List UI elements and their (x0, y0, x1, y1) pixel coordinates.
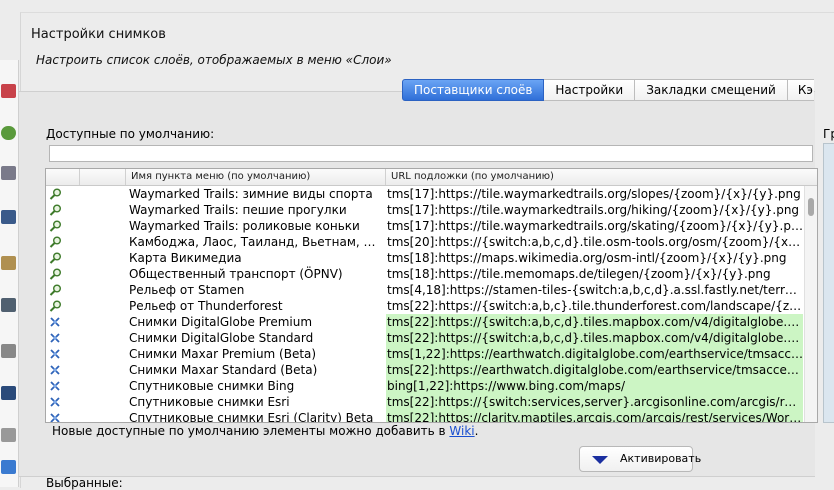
tab-cache[interactable]: Кэ (787, 79, 814, 101)
layer-name-cell: Спутниковые снимки Esri (129, 395, 290, 409)
toolbar-tool-icon[interactable] (1, 84, 16, 98)
layer-name-cell: Waymarked Trails: зимние виды спорта (129, 187, 373, 201)
tab-offset-bookmarks[interactable]: Закладки смещений (635, 79, 788, 101)
footer-note-text: Новые доступные по умолчанию элементы мо… (52, 424, 450, 438)
layer-name-cell: Камбоджа, Лаос, Таиланд, Вьетнам, Ма... (129, 235, 385, 249)
layer-name-cell: Снимки DigitalGlobe Premium (129, 315, 313, 329)
layer-url-cell: tms[4,18]:https://stamen-tiles-{switch:a… (387, 283, 803, 297)
layer-name-cell: Рельеф от Stamen (129, 283, 245, 297)
scrollbar-thumb[interactable] (808, 198, 814, 216)
toolbar-tool-icon[interactable] (1, 166, 16, 180)
table-header: Имя пункта меню (по умолчанию) URL подло… (46, 169, 817, 186)
layer-url-cell: tms[22]:https://{switch:a,b,c,d}.tiles.m… (386, 314, 803, 330)
search-icon (49, 250, 65, 266)
layer-name-cell: Снимки Maxar Premium (Beta) (129, 347, 317, 361)
toolbar-tool-icon[interactable] (1, 460, 16, 474)
layer-url-cell: tms[22]:https://{switch:a,b,c,d}.tiles.m… (386, 330, 803, 346)
layer-url-cell: bing[1,22]:https://www.bing.com/maps/ (386, 378, 803, 394)
layer-url-cell: tms[17]:https://tile.waymarkedtrails.org… (387, 187, 801, 201)
layer-name-cell: Общественный транспорт (ÖPNV) (129, 267, 343, 281)
layer-url-cell: tms[22]:https://{switch:a,b,c}.tile.thun… (387, 299, 803, 313)
table-row[interactable]: Снимки DigitalGlobe Premium tms[22]:https… (46, 314, 804, 330)
tab-imagery-providers[interactable]: Поставщики слоёв (402, 79, 545, 101)
toolbar-globe-icon[interactable] (1, 126, 16, 140)
wiki-link[interactable]: Wiki (449, 424, 474, 438)
table-row[interactable]: Рельеф от Stamen tms[4,18]:https://stamen… (46, 282, 804, 298)
available-defaults-label: Доступные по умолчанию: (46, 127, 215, 141)
tab-bar: Поставщики слоёв Настройки Закладки смещ… (402, 79, 814, 101)
coverage-map-panel[interactable] (823, 143, 834, 423)
table-row[interactable]: Waymarked Trails: зимние виды спорта tms[… (46, 186, 804, 202)
toolbar-tool-icon[interactable] (1, 344, 16, 358)
toolbar-tool-icon[interactable] (1, 210, 16, 224)
tms-icon (49, 362, 65, 378)
layer-name-cell: Waymarked Trails: роликовые коньки (129, 219, 360, 233)
toolbar-tool-icon[interactable] (1, 256, 16, 270)
search-icon (49, 186, 65, 202)
toolbar-tool-icon[interactable] (1, 298, 16, 312)
layer-name-cell: Снимки Maxar Standard (Beta) (129, 363, 318, 377)
layer-url-cell: tms[1,22]:https://earthwatch.digitalglob… (386, 346, 803, 362)
main-window-toolbar-strip (0, 60, 19, 487)
footer-note-suffix: . (474, 424, 479, 438)
search-icon (49, 218, 65, 234)
dialog-title: Настройки снимков (31, 27, 166, 42)
search-icon (49, 298, 65, 314)
layer-url-cell: tms[18]:https://tile.memomaps.de/tilegen… (387, 267, 771, 281)
layer-url-cell: tms[22]:https://clarity.maptiles.arcgis.… (386, 410, 803, 422)
column-header-icon[interactable] (46, 169, 80, 185)
layer-name-cell: Спутниковые снимки Bing (129, 379, 295, 393)
table-row[interactable]: Спутниковые снимки Bing bing[1,22]:https:… (46, 378, 804, 394)
layer-url-cell: tms[22]:https://{switch:services,server}… (386, 394, 803, 410)
table-row[interactable]: Снимки Maxar Premium (Beta) tms[1,22]:htt… (46, 346, 804, 362)
table-row[interactable]: Спутниковые снимки Esri tms[22]:https://{… (46, 394, 804, 410)
tms-icon (49, 410, 65, 422)
table-row[interactable]: Общественный транспорт (ÖPNV) tms[18]:htt… (46, 266, 804, 282)
layer-name-cell: Карта Викимедиа (129, 251, 242, 265)
layer-name-cell: Рельеф от Thunderforest (129, 299, 283, 313)
layer-name-cell: Waymarked Trails: пешие прогулки (129, 203, 347, 217)
layer-url-cell: tms[22]:https://earthwatch.digitalglobe.… (386, 362, 803, 378)
footer-note: Новые доступные по умолчанию элементы мо… (52, 424, 478, 438)
tms-icon (49, 314, 65, 330)
layer-url-cell: tms[18]:https://maps.wikimedia.org/osm-i… (387, 251, 787, 265)
toolbar-tool-icon[interactable] (1, 386, 16, 400)
search-icon (49, 266, 65, 282)
tms-icon (49, 378, 65, 394)
filter-input[interactable] (49, 145, 813, 162)
table-body: Waymarked Trails: зимние виды спорта tms[… (46, 186, 804, 423)
table-row[interactable]: Снимки DigitalGlobe Standard tms[22]:http… (46, 330, 804, 346)
tab-settings[interactable]: Настройки (544, 79, 636, 101)
search-icon (49, 202, 65, 218)
table-row[interactable]: Waymarked Trails: роликовые коньки tms[17… (46, 218, 804, 234)
table-row[interactable]: Waymarked Trails: пешие прогулки tms[17]:… (46, 202, 804, 218)
table-row[interactable]: Снимки Maxar Standard (Beta) tms[22]:http… (46, 362, 804, 378)
tms-icon (49, 330, 65, 346)
vertical-scrollbar[interactable] (804, 186, 817, 422)
toolbar-tool-icon[interactable] (1, 428, 16, 442)
tms-icon (49, 346, 65, 362)
available-layers-table: Имя пункта меню (по умолчанию) URL подло… (45, 168, 818, 423)
search-icon (49, 282, 65, 298)
column-header-url[interactable]: URL подложки (по умолчанию) (386, 169, 817, 185)
column-header-name[interactable]: Имя пункта меню (по умолчанию) (126, 169, 386, 185)
selected-layers-label: Выбранные: (46, 476, 123, 490)
table-row[interactable]: Камбоджа, Лаос, Таиланд, Вьетнам, Ма... t… (46, 234, 804, 250)
table-row[interactable]: Спутниковые снимки Esri (Clarity) Beta tm… (46, 410, 804, 423)
column-header-country[interactable] (80, 169, 126, 185)
activate-button[interactable]: Активировать (579, 446, 701, 472)
tms-icon (49, 394, 65, 410)
table-row[interactable]: Рельеф от Thunderforest tms[22]:https://{… (46, 298, 804, 314)
search-icon (49, 234, 65, 250)
arrow-down-icon (592, 456, 608, 464)
layer-url-cell: tms[17]:https://tile.waymarkedtrails.org… (387, 219, 803, 233)
layer-name-cell: Спутниковые снимки Esri (Clarity) Beta (129, 411, 374, 423)
layer-url-cell: tms[17]:https://tile.waymarkedtrails.org… (387, 203, 800, 217)
right-panel-label: Гр (823, 127, 834, 141)
layer-url-cell: tms[20]:https://{switch:a,b,c,d}.tile.os… (387, 235, 803, 249)
layer-name-cell: Снимки DigitalGlobe Standard (129, 331, 314, 345)
activate-button-label: Активировать (620, 452, 702, 465)
dialog-subtitle: Настроить список слоёв, отображаемых в м… (36, 53, 392, 67)
table-row[interactable]: Карта Викимедиа tms[18]:https://maps.wiki… (46, 250, 804, 266)
